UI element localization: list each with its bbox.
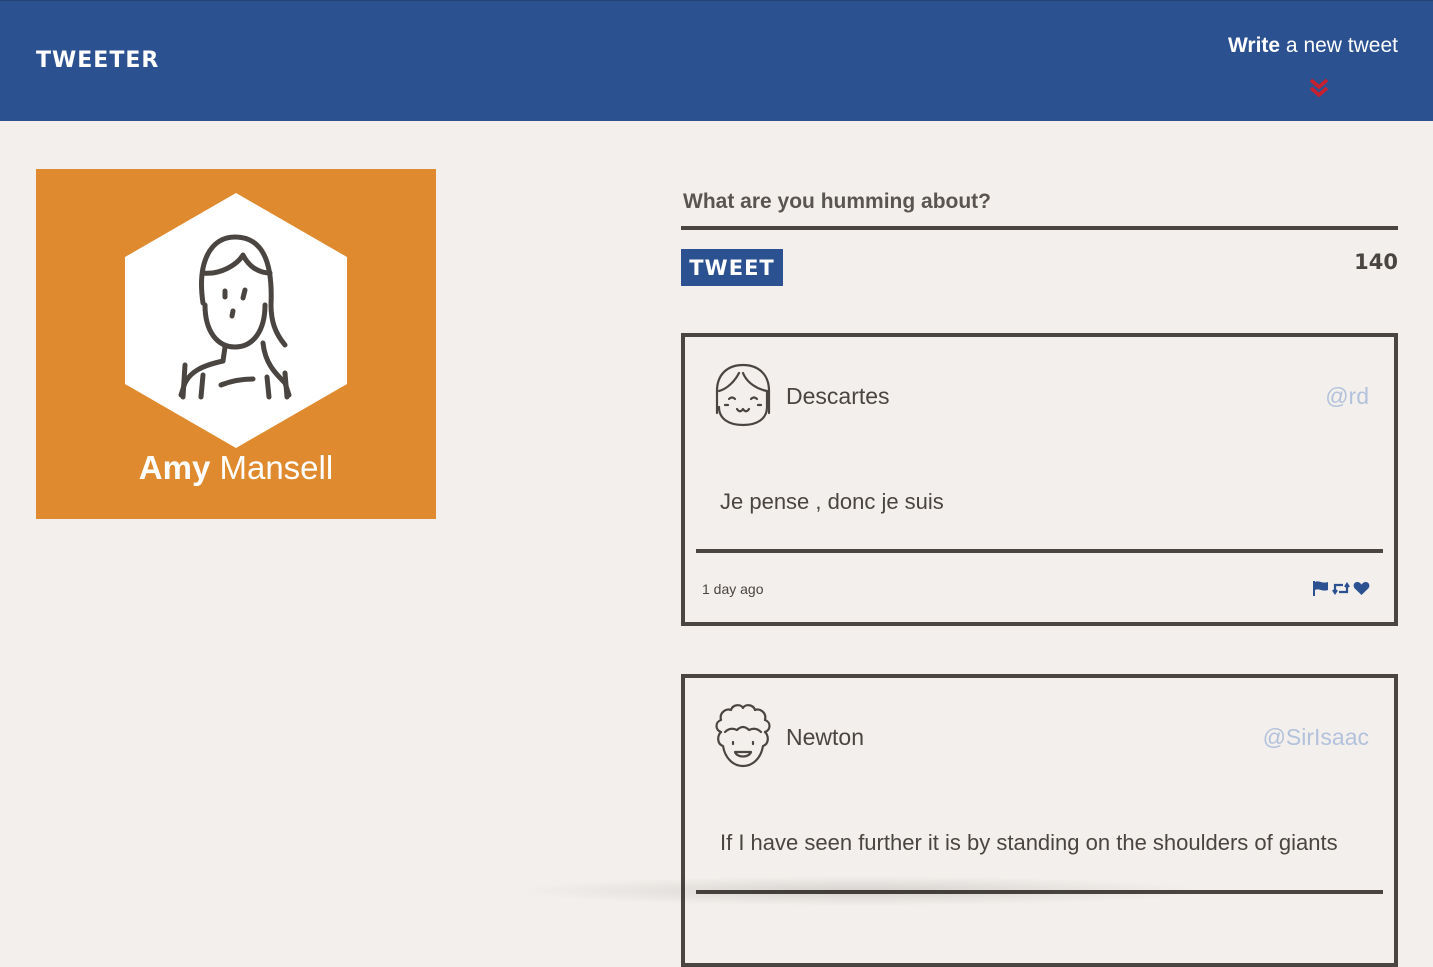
flag-icon[interactable]: [1312, 581, 1329, 601]
compose-label-rest: a new tweet: [1280, 34, 1398, 57]
double-chevron-down-icon[interactable]: [1307, 77, 1331, 99]
write-new-tweet-toggle[interactable]: Write a new tweet: [1228, 34, 1398, 58]
tweet-timestamp: 1 day ago: [702, 581, 764, 597]
compose-label-bold: Write: [1227, 34, 1281, 57]
heart-icon[interactable]: [1353, 581, 1370, 601]
tweet-content: If I have seen further it is by standing…: [720, 830, 1338, 855]
tweet-content: Je pense , donc je suis: [720, 489, 944, 514]
profile-last-name: Mansell: [219, 449, 334, 486]
tweet-input[interactable]: [681, 178, 1398, 230]
curly-hair-avatar-icon: [715, 704, 771, 768]
top-nav: TWEETER Write a new tweet: [0, 0, 1433, 121]
tweet-card: Descartes @rd Je pense , donc je suis 1 …: [681, 333, 1398, 626]
woman-avatar-icon: [125, 193, 347, 448]
scroll-shadow: [510, 876, 1210, 906]
tweet-handle[interactable]: @SirIsaac: [1263, 724, 1369, 751]
retweet-icon[interactable]: [1332, 581, 1350, 601]
tweet-actions: [1312, 581, 1370, 601]
tweet-card: Newton @SirIsaac If I have seen further …: [681, 674, 1398, 967]
profile-name: Amy Mansell: [36, 449, 436, 487]
tweet-author: Newton: [786, 724, 864, 750]
tweet-divider: [696, 549, 1383, 553]
tweet-author: Descartes: [786, 383, 890, 409]
tweet-button[interactable]: TWEET: [681, 249, 783, 286]
brand-logo[interactable]: TWEETER: [36, 48, 159, 73]
profile-first-name: Amy: [138, 449, 211, 486]
girl-avatar-icon: [715, 363, 771, 427]
tweet-handle[interactable]: @rd: [1325, 383, 1369, 410]
character-counter: 140: [1354, 250, 1398, 274]
profile-card: Amy Mansell: [36, 169, 436, 519]
